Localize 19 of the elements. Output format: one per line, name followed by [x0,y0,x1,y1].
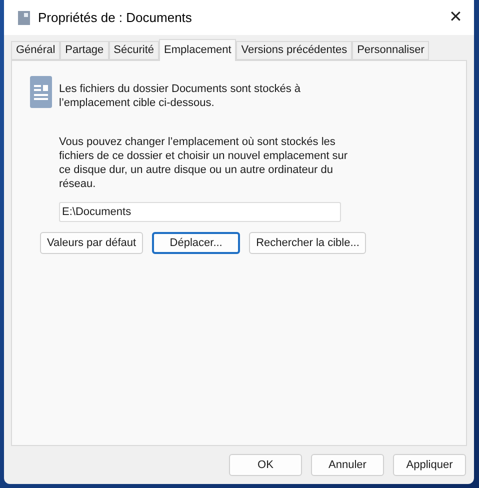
tab[interactable]: Personnaliser [352,41,430,60]
close-button[interactable]: ✕ [449,10,462,26]
tab[interactable]: Général [11,41,60,60]
action-button[interactable]: Déplacer... [152,232,240,254]
tab[interactable]: Sécurité [108,41,160,60]
action-button[interactable]: Rechercher la cible... [249,232,366,254]
document-icon [30,76,52,108]
tab[interactable]: Partage [60,41,109,60]
intro-text: Les fichiers du dossier Documents sont stockés à l’emplacement cible ci-dessous. [59,82,302,110]
folder-properties-icon [18,10,30,24]
action-button[interactable]: Valeurs par défaut [40,232,144,254]
action-button[interactable]: OK [229,454,302,476]
tab[interactable]: Versions précédentes [236,41,352,60]
description-text: Vous pouvez changer l’emplacement où sont stockés les fichiers de ce dossier et choisir un nouvel emplacement sur ce disque dur, un autre disque ou un autre ordinateur du réseau. [59,135,349,191]
window-title: Propriétés de : Documents [38,8,192,27]
path-field[interactable]: E:\Documents [59,202,341,222]
action-button[interactable]: Appliquer [393,454,466,476]
tab[interactable]: Emplacement [159,39,236,61]
action-button[interactable]: Annuler [311,454,384,476]
